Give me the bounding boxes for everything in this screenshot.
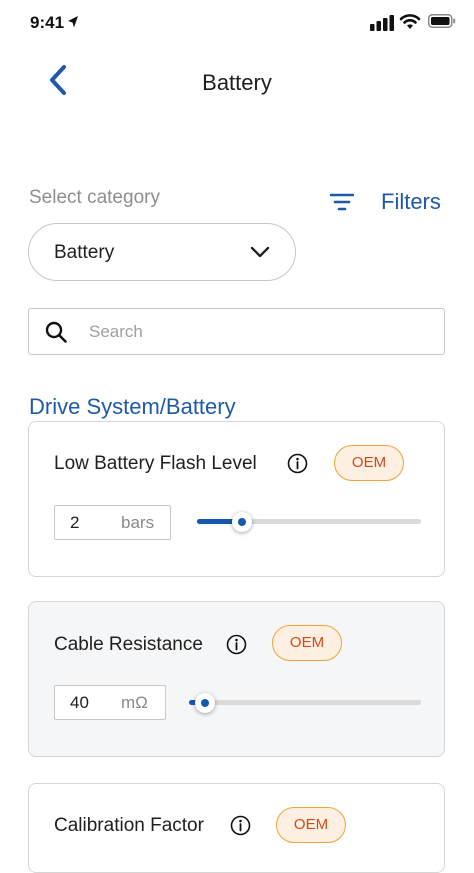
setting-title: Cable Resistance [54, 634, 203, 655]
location-arrow-icon [68, 16, 78, 28]
slider-thumb[interactable] [231, 512, 252, 532]
setting-card-cable-resistance: Cable Resistance OEM 40 mΩ [28, 601, 445, 757]
oem-badge: OEM [276, 807, 346, 843]
filter-icon [330, 193, 354, 211]
info-icon[interactable] [287, 453, 308, 474]
setting-title: Calibration Factor [54, 815, 204, 836]
chevron-down-icon [250, 246, 270, 258]
value-text: 40 [70, 693, 89, 712]
setting-card-calibration-factor: Calibration Factor OEM [28, 783, 445, 873]
slider-track [189, 700, 421, 705]
oem-badge: OEM [272, 625, 342, 661]
status-bar: 9:41 [0, 0, 474, 46]
select-category-label: Select category [29, 187, 160, 208]
category-dropdown-value: Battery [54, 242, 115, 263]
filters-button[interactable]: Filters [326, 186, 451, 220]
battery-icon [428, 14, 456, 28]
oem-badge: OEM [334, 445, 404, 481]
unit-text: bars [121, 513, 155, 532]
search-box[interactable] [28, 308, 445, 355]
search-icon [45, 321, 67, 343]
signal-icon [370, 15, 394, 31]
info-icon[interactable] [226, 634, 247, 655]
info-icon[interactable] [230, 815, 251, 836]
setting-title: Low Battery Flash Level [54, 453, 257, 474]
unit-text: mΩ [121, 693, 148, 712]
slider-thumb[interactable] [195, 693, 216, 713]
category-dropdown[interactable]: Battery [28, 223, 296, 281]
status-time: 9:41 [30, 13, 65, 32]
page-title: Battery [202, 70, 272, 95]
section-title: Drive System/Battery [29, 394, 236, 419]
value-field[interactable]: 40 mΩ [54, 685, 166, 720]
value-text: 2 [70, 513, 80, 532]
setting-card-low-battery-flash-level: Low Battery Flash Level OEM 2 bars [28, 421, 445, 577]
filters-label: Filters [381, 189, 441, 214]
wifi-icon [399, 14, 421, 29]
value-field[interactable]: 2 bars [54, 505, 171, 540]
value-slider[interactable] [189, 688, 421, 718]
value-slider[interactable] [197, 507, 421, 537]
search-input[interactable] [89, 317, 429, 347]
